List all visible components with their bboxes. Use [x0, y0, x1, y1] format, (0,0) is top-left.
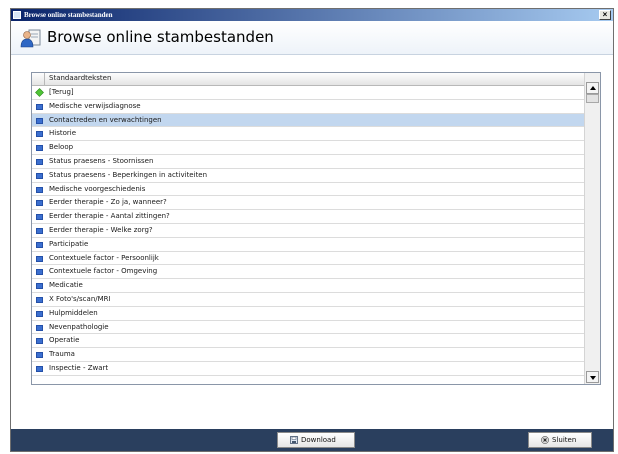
person-document-icon [20, 29, 41, 48]
list-item[interactable]: Medicatie [32, 279, 585, 293]
folder-icon [36, 103, 43, 110]
list-item-label: Operatie [49, 336, 80, 345]
folder-icon [36, 186, 43, 193]
back-arrow-icon [35, 88, 44, 97]
list-item[interactable]: Contextuele factor - Persoonlijk [32, 252, 585, 266]
folder-icon [36, 172, 43, 179]
vertical-scrollbar[interactable] [584, 73, 600, 384]
close-label: Sluiten [552, 436, 577, 444]
list-item[interactable]: Medische verwijsdiagnose [32, 100, 585, 114]
scroll-down-button[interactable] [586, 371, 599, 383]
close-circle-icon [541, 436, 549, 444]
folder-icon [36, 352, 43, 359]
column-header-label: Standaardteksten [49, 74, 112, 82]
download-icon [290, 436, 298, 444]
app-icon [13, 11, 21, 19]
list-item-label: Hulpmiddelen [49, 308, 98, 317]
folder-icon [36, 338, 43, 345]
list-item-label: Nevenpathologie [49, 322, 109, 331]
list-item-label: Eerder therapie - Aantal zittingen? [49, 212, 170, 221]
list-item[interactable]: Hulpmiddelen [32, 307, 585, 321]
list-item-label: Participatie [49, 239, 89, 248]
list-item-label: Trauma [49, 350, 75, 359]
list-item-label: X Foto's/scan/MRI [49, 294, 111, 303]
list-item-label: Contactreden en verwachtingen [49, 115, 162, 124]
folder-icon [36, 131, 43, 138]
list-item[interactable]: Beloop [32, 141, 585, 155]
download-label: Download [301, 436, 336, 444]
folder-icon [36, 365, 43, 372]
list-item-label: [Terug] [49, 88, 74, 96]
column-header-corner [32, 73, 45, 85]
folder-icon [36, 269, 43, 276]
list-item-label: Beloop [49, 143, 74, 152]
download-button[interactable]: Download [277, 432, 355, 448]
standard-texts-list: Standaardteksten [Terug] Medische verwijs… [31, 72, 601, 385]
list-item[interactable]: Eerder therapie - Aantal zittingen? [32, 210, 585, 224]
list-item-label: Inspectie - Zwart [49, 363, 109, 372]
folder-icon [36, 145, 43, 152]
list-item[interactable]: Contactreden en verwachtingen [32, 113, 585, 128]
list-item-label: Medische verwijsdiagnose [49, 101, 141, 110]
window-close-button[interactable]: × [599, 10, 611, 20]
folder-icon [36, 214, 43, 221]
list-content: Standaardteksten [Terug] Medische verwijs… [32, 73, 585, 384]
list-item[interactable]: Eerder therapie - Welke zorg? [32, 224, 585, 238]
list-item[interactable]: Status praesens - Stoornissen [32, 155, 585, 169]
list-item[interactable]: Operatie [32, 334, 585, 349]
list-item-label: Contextuele factor - Persoonlijk [49, 253, 159, 262]
browse-window: Browse online stambestanden × Browse onl… [10, 8, 614, 452]
column-header[interactable]: Standaardteksten [32, 73, 585, 86]
list-item-label: Historie [49, 129, 77, 138]
list-item[interactable]: [Terug] [32, 86, 585, 100]
window-title: Browse online stambestanden [24, 11, 113, 19]
list-item-label: Contextuele factor - Omgeving [49, 267, 158, 276]
list-item[interactable]: Eerder therapie - Zo ja, wanneer? [32, 196, 585, 211]
list-item[interactable]: Historie [32, 127, 585, 142]
footer-bar: Download Sluiten [11, 429, 613, 451]
list-item[interactable]: Contextuele factor - Omgeving [32, 265, 585, 280]
list-item-label: Status praesens - Stoornissen [49, 156, 154, 165]
folder-icon [36, 310, 43, 317]
list-item[interactable]: Status praesens - Beperkingen in activit… [32, 169, 585, 183]
list-item[interactable]: Nevenpathologie [32, 321, 585, 335]
folder-icon [36, 296, 43, 303]
list-item[interactable]: Trauma [32, 348, 585, 362]
close-button[interactable]: Sluiten [528, 432, 592, 448]
list-rows: [Terug] Medische verwijsdiagnose Contactre… [32, 86, 585, 376]
folder-icon [36, 283, 43, 290]
folder-icon [36, 227, 43, 234]
folder-icon [36, 324, 43, 331]
folder-icon [36, 241, 43, 248]
folder-icon [36, 200, 43, 207]
list-item[interactable]: X Foto's/scan/MRI [32, 293, 585, 307]
folder-icon [36, 117, 43, 124]
folder-icon [36, 158, 43, 165]
arrow-down-icon [590, 376, 596, 380]
folder-icon [36, 255, 43, 262]
list-item[interactable]: Medische voorgeschiedenis [32, 183, 585, 197]
list-item-label: Eerder therapie - Zo ja, wanneer? [49, 198, 167, 207]
list-item-label: Medicatie [49, 281, 83, 290]
scroll-up-button[interactable] [586, 82, 599, 94]
dialog-header: Browse online stambestanden [11, 21, 613, 55]
list-item-label: Medische voorgeschiedenis [49, 184, 146, 193]
list-item[interactable]: Inspectie - Zwart [32, 362, 585, 376]
list-item[interactable]: Participatie [32, 238, 585, 252]
list-item-label: Eerder therapie - Welke zorg? [49, 225, 153, 234]
list-item-label: Status praesens - Beperkingen in activit… [49, 170, 208, 179]
scroll-thumb[interactable] [586, 94, 599, 103]
arrow-up-icon [590, 86, 596, 90]
page-title: Browse online stambestanden [47, 28, 274, 46]
title-bar[interactable]: Browse online stambestanden × [11, 9, 613, 21]
